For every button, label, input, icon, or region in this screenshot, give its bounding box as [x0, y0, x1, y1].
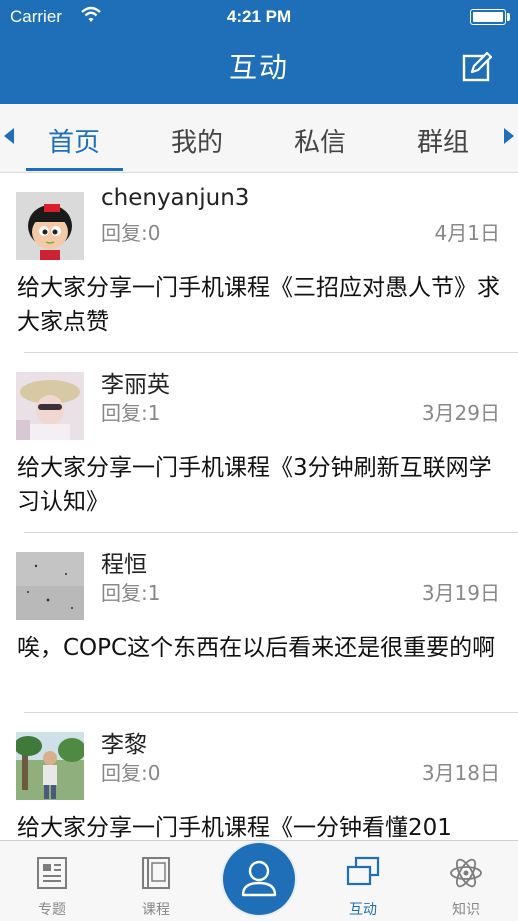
clock: 4:21 PM — [226, 7, 292, 26]
person-icon — [241, 860, 277, 897]
post-date: 3月18日 — [421, 761, 500, 785]
bottom-tab-interaction[interactable]: 互动 — [311, 841, 415, 921]
post-content[interactable]: 给大家分享一门手机课程《三招应对愚人节》求大家点赞 — [17, 271, 507, 339]
post-content[interactable]: 给大家分享一门手机课程《3分钟刷新互联网学习认知》 — [17, 451, 507, 519]
post-username[interactable]: 李黎 — [101, 725, 147, 759]
document-icon — [37, 857, 67, 889]
bottom-tab-knowledge[interactable]: 知识 — [414, 841, 518, 921]
reply-count: 回复:0 — [101, 761, 161, 785]
reply-count: 回复:1 — [101, 581, 161, 605]
reply-count: 回复:0 — [101, 221, 161, 245]
profile-button[interactable] — [223, 843, 295, 915]
post-item[interactable]: chenyanjun3 回复:0 4月1日 给大家分享一门手机课程《三招应对愚人… — [0, 173, 518, 353]
reply-count: 回复:1 — [101, 401, 161, 425]
battery-icon — [470, 9, 510, 25]
top-bar: Carrier 4:21 PM 互动 — [0, 0, 518, 104]
avatar[interactable] — [16, 552, 84, 620]
active-tab-indicator — [26, 168, 123, 171]
page-title: 互动 — [228, 51, 289, 84]
avatar[interactable] — [16, 192, 84, 260]
bottom-tab-label: 互动 — [349, 902, 377, 918]
atom-icon — [450, 858, 482, 888]
compose-icon[interactable] — [462, 52, 492, 82]
bottom-tab-label: 课程 — [142, 902, 170, 918]
post-date: 4月1日 — [434, 221, 500, 245]
post-date: 3月29日 — [421, 401, 500, 425]
status-bar: Carrier 4:21 PM — [0, 0, 518, 34]
bottom-tab-label: 知识 — [452, 902, 480, 918]
post-username[interactable]: 程恒 — [101, 545, 147, 579]
avatar[interactable] — [16, 372, 84, 440]
bottom-tab-topics[interactable]: 专题 — [0, 841, 104, 921]
tab-mine[interactable]: 我的 — [147, 122, 247, 159]
post-username[interactable]: 李丽英 — [101, 365, 170, 399]
tab-messages[interactable]: 私信 — [270, 122, 370, 159]
post-item[interactable]: 李丽英 回复:1 3月29日 给大家分享一门手机课程《3分钟刷新互联网学习认知》 — [0, 353, 518, 533]
tab-home[interactable]: 首页 — [24, 122, 124, 159]
book-icon — [142, 857, 170, 889]
chat-icon — [346, 856, 380, 886]
scroll-left-icon[interactable] — [4, 128, 14, 144]
post-content[interactable]: 唉，COPC这个东西在以后看来还是很重要的啊 — [17, 631, 507, 665]
tab-strip: 首页 我的 私信 群组 — [0, 104, 518, 173]
tab-groups[interactable]: 群组 — [393, 122, 493, 159]
bottom-tab-label: 专题 — [38, 902, 66, 918]
post-date: 3月19日 — [421, 581, 500, 605]
post-item[interactable]: 程恒 回复:1 3月19日 唉，COPC这个东西在以后看来还是很重要的啊 — [0, 533, 518, 713]
avatar[interactable] — [16, 732, 84, 800]
post-list: chenyanjun3 回复:0 4月1日 给大家分享一门手机课程《三招应对愚人… — [0, 173, 518, 893]
scroll-right-icon[interactable] — [504, 128, 514, 144]
post-username[interactable]: chenyanjun3 — [101, 185, 249, 211]
bottom-tab-courses[interactable]: 课程 — [104, 841, 208, 921]
